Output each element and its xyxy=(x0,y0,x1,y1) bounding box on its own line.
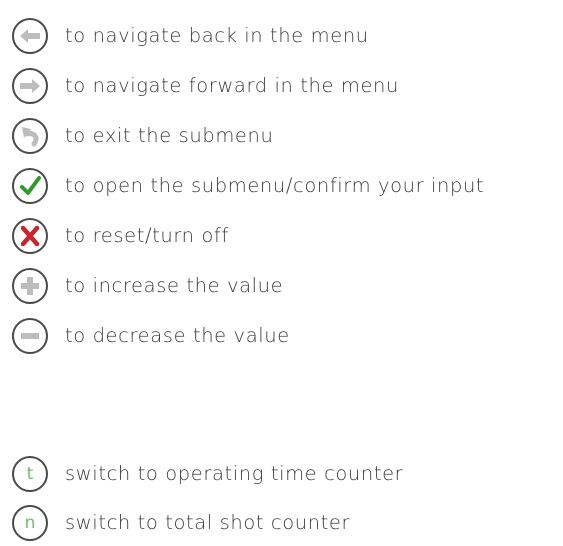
legend-row-back: to navigate back in the menu xyxy=(0,16,369,56)
legend-row-forward: to navigate forward in the menu xyxy=(0,66,399,106)
legend-row-reset: to reset/turn off xyxy=(0,216,229,256)
n-icon: n xyxy=(12,505,48,541)
legend-label-shot-counter: switch to total shot counter xyxy=(65,511,351,535)
legend-label-increase: to increase the value xyxy=(65,274,284,298)
cross-icon xyxy=(12,218,48,254)
checkmark-icon xyxy=(12,168,48,204)
n-glyph: n xyxy=(24,512,36,533)
legend-row-exit: to exit the submenu xyxy=(0,116,273,156)
legend-label-confirm: to open the submenu/confirm your input xyxy=(65,174,485,198)
return-icon xyxy=(12,118,48,154)
arrow-right-icon xyxy=(12,68,48,104)
legend-label-forward: to navigate forward in the menu xyxy=(65,74,399,98)
legend-row-confirm: to open the submenu/confirm your input xyxy=(0,166,484,206)
legend-row-shot-counter: n switch to total shot counter xyxy=(0,503,350,543)
legend-label-decrease: to decrease the value xyxy=(65,324,290,348)
legend-label-time-counter: switch to operating time counter xyxy=(65,462,404,486)
legend-row-increase: to increase the value xyxy=(0,266,283,306)
legend-row-time-counter: t switch to operating time counter xyxy=(0,454,403,494)
legend-label-back: to navigate back in the menu xyxy=(65,24,369,48)
arrow-left-icon xyxy=(12,18,48,54)
t-glyph: t xyxy=(26,463,34,484)
t-icon: t xyxy=(12,456,48,492)
button-legend: to navigate back in the menu to navigate… xyxy=(0,0,563,546)
plus-icon xyxy=(12,268,48,304)
legend-row-decrease: to decrease the value xyxy=(0,316,290,356)
legend-label-exit: to exit the submenu xyxy=(65,124,274,148)
minus-icon xyxy=(12,318,48,354)
legend-label-reset: to reset/turn off xyxy=(65,224,229,248)
